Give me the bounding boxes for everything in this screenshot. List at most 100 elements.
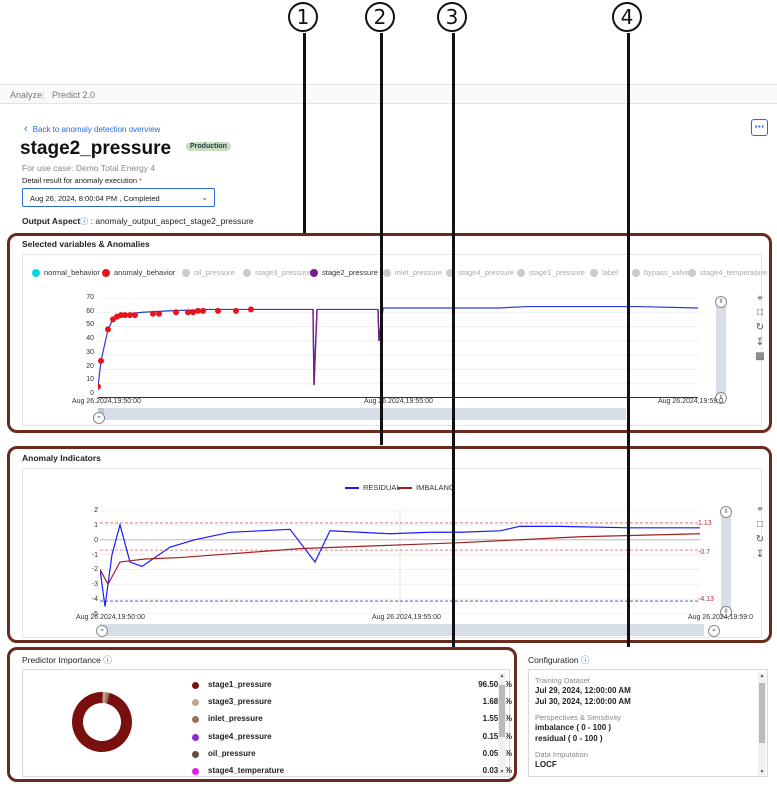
legend-label: normal_behavior: [44, 268, 100, 277]
legend-label: stage2_pressure: [322, 268, 378, 277]
legend-item[interactable]: RESIDUAL: [345, 483, 401, 492]
anomaly-point[interactable]: [200, 307, 206, 314]
x-tick-label: Aug 26.2024,19:55:00: [364, 398, 433, 405]
panel2-vscroll[interactable]: [721, 512, 731, 612]
anomaly-point[interactable]: [173, 309, 179, 316]
crop-icon[interactable]: ⌖: [754, 504, 766, 515]
anomaly-point[interactable]: [105, 326, 111, 333]
legend-item[interactable]: bypass_valve: [632, 268, 689, 277]
panel2-range-end-handle[interactable]: =: [708, 625, 720, 637]
detail-label: Detail result for anomaly execution *: [22, 176, 143, 185]
use-case-text: For use case: Demo Total Energy 4: [22, 163, 156, 173]
anomaly-point[interactable]: [233, 307, 239, 314]
pi-scroll-up-icon[interactable]: ▲: [498, 673, 506, 679]
pi-scroll-down-icon[interactable]: ▼: [498, 769, 506, 775]
list-item[interactable]: stage1_pressure 96.509 %: [192, 679, 512, 696]
square-icon[interactable]: □: [754, 307, 766, 318]
config-section-label: Data Imputation: [535, 750, 588, 759]
legend-label: stage1_pressure: [529, 268, 585, 277]
y-tick-label: 1: [94, 521, 98, 529]
series-dip-stage2-pressure: [312, 309, 318, 386]
list-item[interactable]: inlet_pressure 1.556 %: [192, 713, 512, 730]
list-item[interactable]: oil_pressure 0.055 %: [192, 748, 512, 765]
legend-marker: [192, 682, 199, 689]
anomaly-indicators-chart[interactable]: [100, 510, 700, 614]
legend-label: inlet_pressure: [395, 268, 443, 277]
y-tick-label: 0: [94, 536, 98, 544]
refresh-icon[interactable]: ↻: [754, 322, 766, 333]
legend-item[interactable]: stage3_pressure: [243, 268, 311, 277]
selected-variables-chart[interactable]: [98, 298, 698, 398]
info-icon[interactable]: ⓘ: [80, 217, 88, 226]
breadcrumb-predict[interactable]: Predict 2.0: [52, 90, 95, 100]
legend-item[interactable]: stage4_pressure: [446, 268, 514, 277]
anomaly-point[interactable]: [150, 310, 156, 317]
panel1-range-start-handle[interactable]: =: [93, 412, 105, 424]
anomaly-point[interactable]: [132, 312, 138, 319]
predictor-name: stage1_pressure: [208, 680, 272, 689]
legend-label: stage4_pressure: [458, 268, 514, 277]
square-icon[interactable]: □: [754, 519, 766, 530]
predictor-importance-donut[interactable]: [70, 690, 134, 754]
pi-scroll-thumb[interactable]: [499, 685, 505, 737]
legend-item[interactable]: inlet_pressure: [383, 268, 442, 277]
panel1-vscroll-top[interactable]: II: [715, 296, 727, 308]
config-section-value: residual ( 0 - 100 ): [535, 734, 603, 743]
callout-1-line: [303, 33, 306, 233]
legend-item[interactable]: stage2_pressure: [310, 268, 378, 277]
legend-marker: [192, 716, 199, 724]
cfg-scroll-down-icon[interactable]: ▼: [758, 769, 766, 775]
legend-item[interactable]: oil_pressure: [182, 268, 235, 277]
crop-icon[interactable]: ⌖: [754, 293, 766, 304]
predictor-name: oil_pressure: [208, 748, 256, 758]
execution-select[interactable]: Aug 26, 2024, 8:00:04 PM , Completed ⌄: [22, 188, 215, 207]
panel1-rangebar[interactable]: [98, 408, 626, 420]
cfg-scrollbar[interactable]: ▲ ▼: [758, 673, 766, 775]
config-section-label: Training Dataset: [535, 676, 590, 685]
pi-scrollbar[interactable]: ▲ ▼: [498, 673, 506, 775]
y-tick-label: 60: [86, 307, 94, 315]
legend-label: anomaly_behavior: [114, 268, 176, 277]
list-item[interactable]: stage4_temperature 0.034 %: [192, 765, 512, 782]
predictor-name: inlet_pressure: [208, 714, 263, 724]
back-link[interactable]: ‹ Back to anomaly detection overview: [24, 123, 160, 135]
panel2-vscroll-top[interactable]: II: [720, 506, 732, 518]
legend-item[interactable]: normal_behavior: [32, 268, 100, 277]
panel2-rangebar[interactable]: [100, 624, 704, 636]
panel1-vscroll[interactable]: [716, 302, 726, 396]
anomaly-point[interactable]: [98, 357, 104, 364]
download-icon[interactable]: ↧: [754, 337, 766, 348]
list-item[interactable]: stage3_pressure 1.689 %: [192, 696, 512, 713]
pie-slice[interactable]: [72, 692, 132, 752]
predictor-name: stage3_pressure: [208, 697, 272, 707]
x-tick-label: Aug 26.2024,19:55:00: [372, 614, 441, 621]
breadcrumb-analyze[interactable]: Analyze: [10, 90, 42, 100]
download-icon[interactable]: ↧: [754, 549, 766, 560]
legend-marker: [32, 268, 40, 277]
legend-marker: [310, 268, 318, 277]
anomaly-point[interactable]: [215, 307, 221, 314]
anomaly-point[interactable]: [156, 310, 162, 317]
legend-marker: [632, 268, 640, 277]
legend-item[interactable]: IMBALANC: [398, 483, 454, 492]
legend-marker: [192, 750, 199, 758]
legend-item[interactable]: anomaly_behavior: [102, 268, 175, 277]
anomaly-point[interactable]: [98, 383, 101, 390]
list-item[interactable]: stage4_pressure 0.154 %: [192, 731, 512, 748]
cfg-scroll-up-icon[interactable]: ▲: [758, 673, 766, 679]
legend-item[interactable]: label: [590, 268, 618, 277]
bar-chart-icon[interactable]: ▩: [754, 351, 766, 362]
anomaly-point[interactable]: [248, 306, 254, 313]
panel2-title: Anomaly Indicators: [22, 453, 101, 463]
legend-item[interactable]: stage1_pressure: [517, 268, 585, 277]
legend-marker: [590, 268, 598, 277]
info-icon[interactable]: ⓘ: [103, 655, 112, 665]
chevron-down-icon: ⌄: [201, 193, 208, 202]
cfg-scroll-thumb[interactable]: [759, 683, 765, 743]
more-button[interactable]: ⋯: [751, 119, 768, 136]
legend-item[interactable]: stage4_temperature: [688, 268, 767, 277]
panel2-range-start-handle[interactable]: =: [96, 625, 108, 637]
config-section-value: imbalance ( 0 - 100 ): [535, 723, 612, 732]
info-icon[interactable]: ⓘ: [581, 655, 590, 665]
refresh-icon[interactable]: ↻: [754, 534, 766, 545]
